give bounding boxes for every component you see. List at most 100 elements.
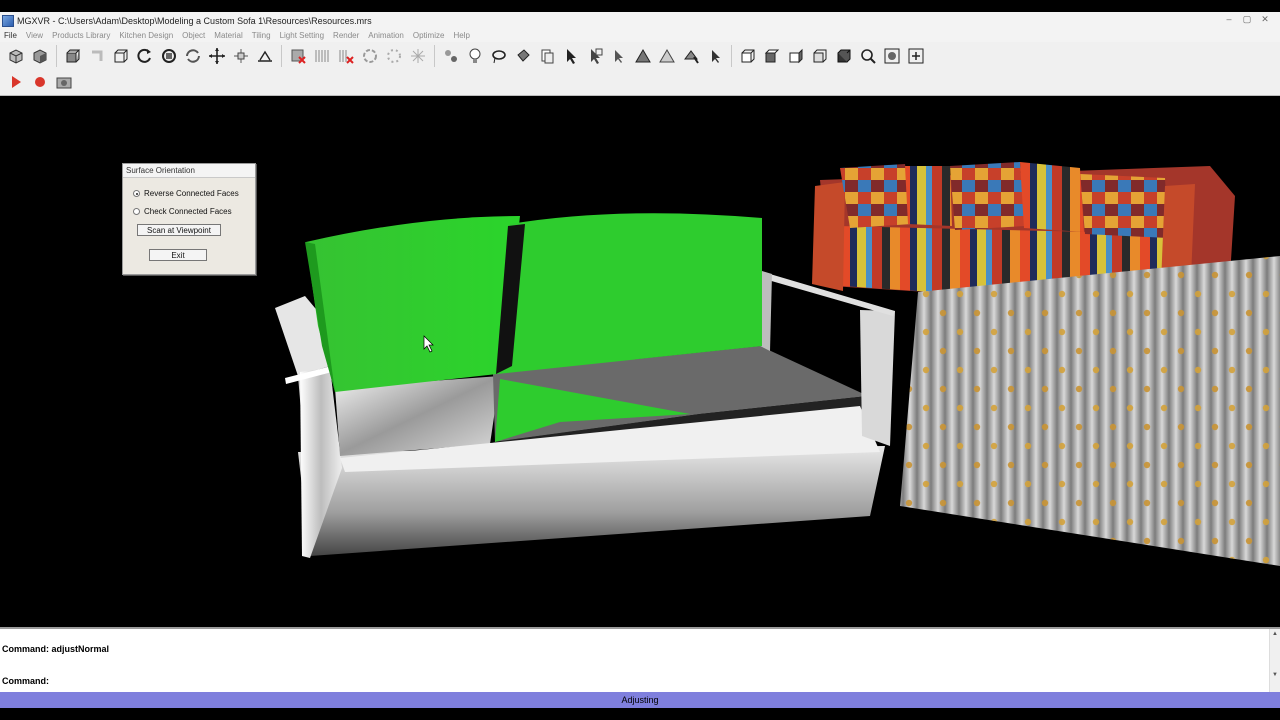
- surface-orientation-dialog: Surface Orientation Reverse Connected Fa…: [122, 163, 256, 275]
- zoom-window-button[interactable]: [905, 45, 927, 67]
- scroll-down-icon[interactable]: ▼: [1271, 671, 1279, 679]
- scale-button[interactable]: [230, 45, 252, 67]
- select-region-button[interactable]: [584, 45, 606, 67]
- menu-optimize[interactable]: Optimize: [409, 31, 450, 40]
- cube-front-icon: [741, 49, 755, 62]
- capture-button[interactable]: [53, 71, 75, 93]
- open-object-button[interactable]: [5, 45, 27, 67]
- view-back-button[interactable]: [809, 45, 831, 67]
- view-iso-button[interactable]: [833, 45, 855, 67]
- cube-open-icon: [9, 48, 23, 64]
- menu-render[interactable]: Render: [329, 31, 364, 40]
- menu-help[interactable]: Help: [449, 31, 474, 40]
- zoom-extents-button[interactable]: [881, 45, 903, 67]
- view-top-button[interactable]: [761, 45, 783, 67]
- select-button[interactable]: [560, 45, 582, 67]
- curtain: [900, 256, 1280, 566]
- refresh-button[interactable]: [182, 45, 204, 67]
- menu-bar: File View Products Library Kitchen Desig…: [0, 29, 1280, 42]
- rotate-button[interactable]: [134, 45, 156, 67]
- edit-vertex-button[interactable]: [680, 45, 702, 67]
- burst-button[interactable]: [407, 45, 429, 67]
- radio-reverse-connected-faces[interactable]: [133, 190, 140, 197]
- light-button[interactable]: [464, 45, 486, 67]
- spin-alt-icon: [387, 48, 401, 63]
- paste-button[interactable]: [536, 45, 558, 67]
- save-object-button[interactable]: [29, 45, 51, 67]
- scale-icon: [234, 48, 248, 63]
- move-icon: [209, 47, 225, 64]
- view-side-button[interactable]: [785, 45, 807, 67]
- rotate-object-button[interactable]: [158, 45, 180, 67]
- spin-alt-button[interactable]: [383, 45, 405, 67]
- extrude-button[interactable]: [86, 45, 108, 67]
- option-label: Check Connected Faces: [144, 207, 232, 216]
- triangle-outline-button[interactable]: [656, 45, 678, 67]
- view-front-button[interactable]: [737, 45, 759, 67]
- menu-file[interactable]: File: [0, 31, 22, 40]
- radio-check-connected-faces[interactable]: [133, 208, 140, 215]
- pick-cursor-icon: [712, 49, 720, 63]
- triangle-button[interactable]: [632, 45, 654, 67]
- menu-tiling[interactable]: Tiling: [248, 31, 276, 40]
- delete-object-button[interactable]: [287, 45, 309, 67]
- box-button[interactable]: [62, 45, 84, 67]
- close-button[interactable]: ✕: [1258, 14, 1272, 25]
- record-button[interactable]: [29, 71, 51, 93]
- light-bulb-icon: [469, 48, 481, 63]
- zoom-extents-icon: [884, 48, 900, 63]
- bottom-black-strip: [0, 708, 1280, 720]
- hatch-button[interactable]: [311, 45, 333, 67]
- minimize-button[interactable]: –: [1222, 14, 1236, 25]
- pick-button[interactable]: [704, 45, 726, 67]
- exit-button[interactable]: Exit: [149, 249, 207, 261]
- menu-view[interactable]: View: [22, 31, 48, 40]
- box-icon: [66, 49, 81, 62]
- group-icon: [445, 49, 457, 62]
- scroll-up-icon[interactable]: ▲: [1271, 630, 1279, 638]
- menu-material[interactable]: Material: [210, 31, 247, 40]
- burst-icon: [411, 48, 425, 63]
- rotate-icon: [137, 48, 151, 63]
- wireframe-cube-icon: [114, 49, 128, 62]
- lasso-button[interactable]: [488, 45, 510, 67]
- toolbar-group-view: [435, 44, 732, 67]
- toolbar-group-edit: [282, 44, 435, 67]
- menu-animation[interactable]: Animation: [364, 31, 409, 40]
- command-scrollbar[interactable]: ▲ ▼: [1269, 629, 1280, 692]
- option-check-connected-faces[interactable]: Check Connected Faces: [133, 207, 232, 216]
- menu-object[interactable]: Object: [178, 31, 210, 40]
- select-arrow-button[interactable]: [608, 45, 630, 67]
- delete-hatch-icon: [339, 49, 354, 64]
- lasso-icon: [492, 49, 506, 63]
- group-button[interactable]: [440, 45, 462, 67]
- refresh-icon: [186, 48, 200, 63]
- scan-at-viewpoint-button[interactable]: Scan at Viewpoint: [137, 224, 221, 236]
- triangle-outline-icon: [659, 48, 675, 62]
- rotate-cube-icon: [162, 48, 176, 63]
- menu-products-library[interactable]: Products Library: [48, 31, 115, 40]
- command-panel: Command: adjustNormal Command: ▲ ▼: [0, 627, 1280, 692]
- wireframe-box-button[interactable]: [110, 45, 132, 67]
- window-controls: – ▢ ✕: [1222, 14, 1272, 25]
- menu-light-setting[interactable]: Light Setting: [276, 31, 329, 40]
- command-prompt[interactable]: Command:: [2, 676, 49, 686]
- paint-button[interactable]: [512, 45, 534, 67]
- command-history-line: Command: adjustNormal: [2, 644, 110, 654]
- cube-solid-icon: [837, 49, 851, 62]
- arrow-icon: [615, 49, 623, 63]
- paste-icon: [541, 49, 554, 63]
- magnifier-icon: [861, 48, 876, 64]
- triangle-icon: [635, 48, 651, 62]
- menu-kitchen-design[interactable]: Kitchen Design: [115, 31, 178, 40]
- title-bar: MGXVR - C:\Users\Adam\Desktop\Modeling a…: [0, 12, 1280, 30]
- mirror-button[interactable]: [254, 45, 276, 67]
- delete-hatch-button[interactable]: [335, 45, 357, 67]
- option-reverse-connected-faces[interactable]: Reverse Connected Faces: [133, 189, 239, 198]
- move-button[interactable]: [206, 45, 228, 67]
- zoom-button[interactable]: [857, 45, 879, 67]
- spin-button[interactable]: [359, 45, 381, 67]
- play-button[interactable]: [5, 71, 27, 93]
- cube-back-icon: [813, 49, 827, 62]
- maximize-button[interactable]: ▢: [1240, 14, 1254, 25]
